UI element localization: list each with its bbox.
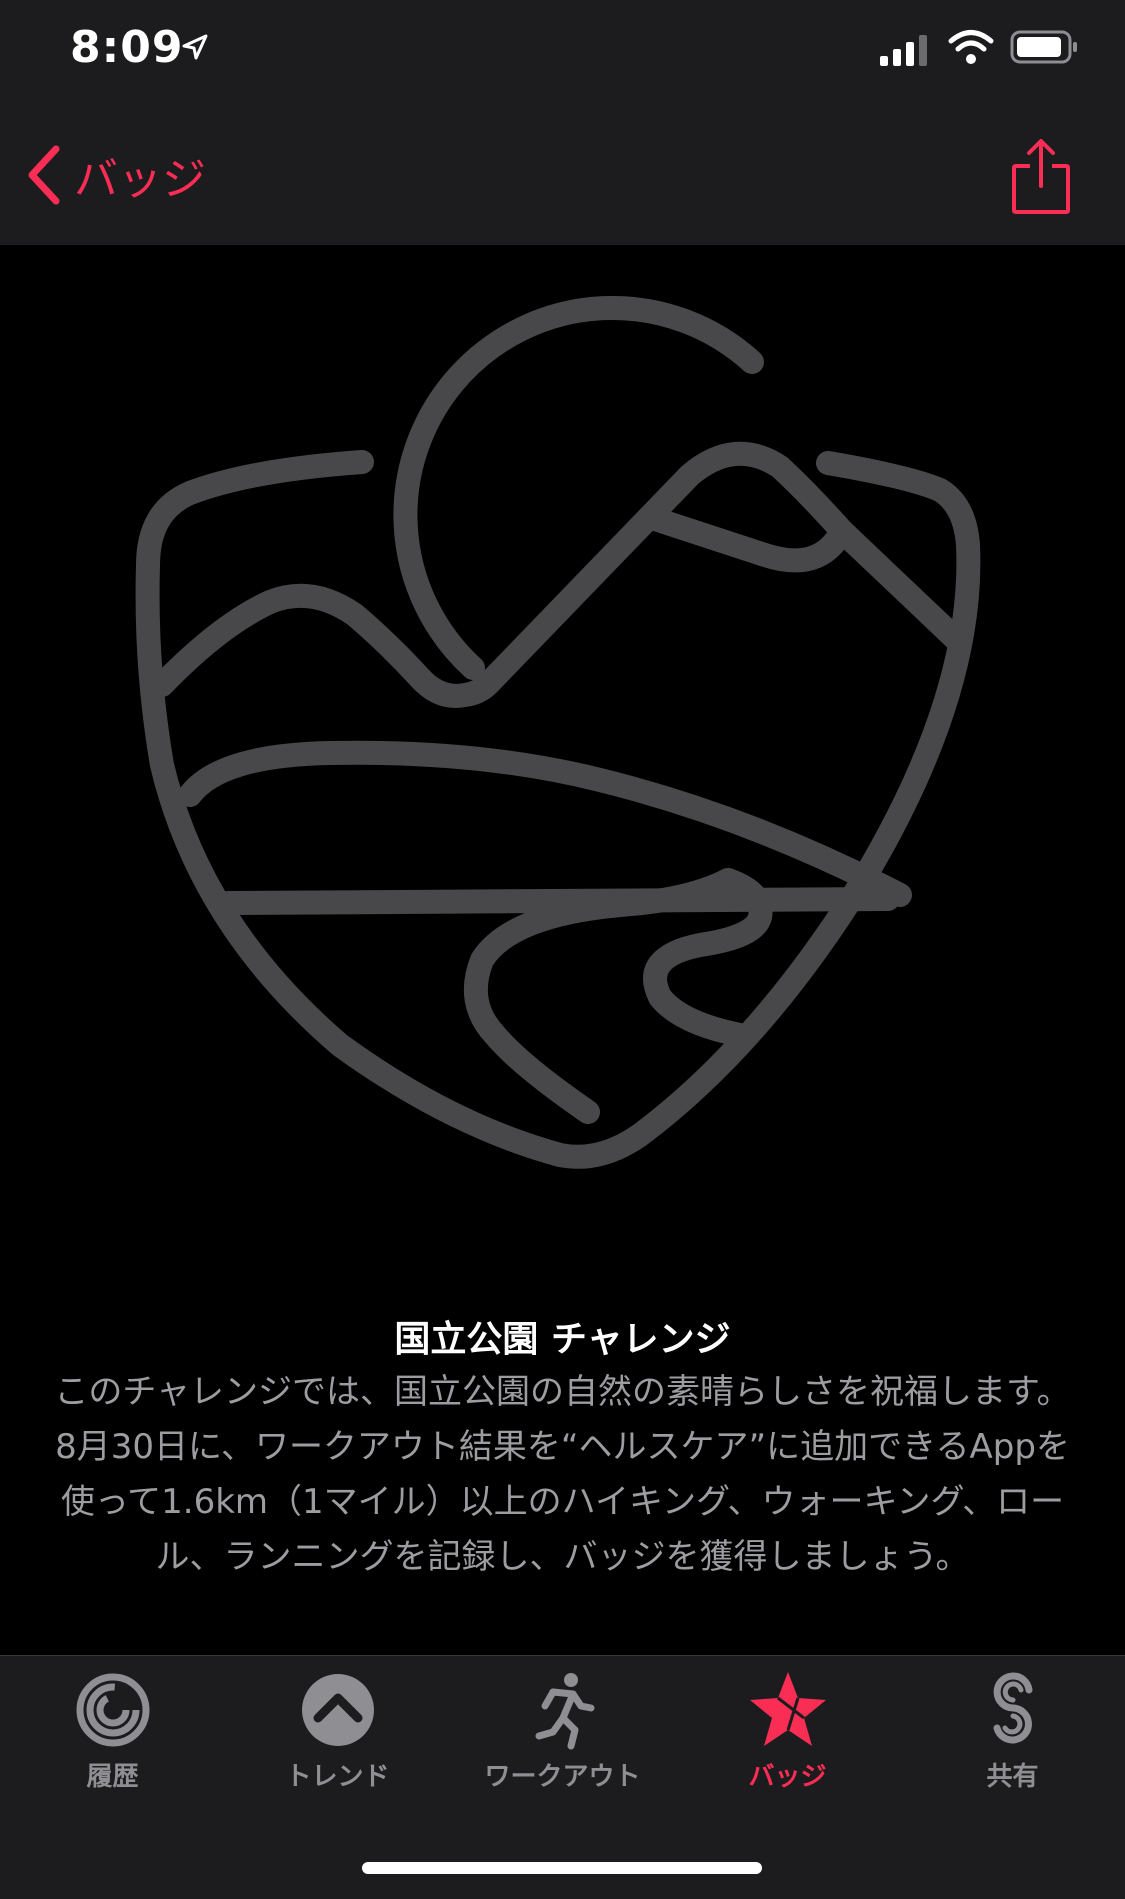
badge-description: このチャレンジでは、国立公園の自然の素晴らしさを祝福します。8月30日に、ワーク…: [54, 1372, 1071, 1577]
tab-sharing[interactable]: 共有: [900, 1670, 1125, 1800]
tab-trends-label: トレンド: [285, 1762, 390, 1792]
chevron-left-icon: [28, 145, 60, 205]
badge-artwork-area: [0, 245, 1125, 1290]
navigation-bar: バッジ: [0, 100, 1125, 245]
sharing-icon: [993, 1672, 1032, 1744]
tab-history-label: 履歴: [86, 1762, 139, 1792]
national-park-badge-icon: [135, 295, 981, 1169]
tab-sharing-label: 共有: [986, 1762, 1039, 1792]
status-time: 8:09: [70, 22, 184, 73]
tab-awards-label: バッジ: [748, 1762, 827, 1792]
trends-icon: [301, 1674, 374, 1746]
star-badge-icon: [749, 1672, 826, 1746]
status-bar: 8:09: [0, 0, 1125, 100]
home-indicator: [362, 1862, 762, 1874]
tab-workouts-label: ワークアウト: [484, 1762, 641, 1792]
badge-title: 国立公園 チャレンジ: [394, 1319, 731, 1360]
battery-icon: [1010, 30, 1077, 64]
cellular-signal-icon: [880, 35, 927, 66]
share-button[interactable]: [1010, 136, 1072, 220]
running-figure-icon: [535, 1673, 594, 1750]
tab-workouts[interactable]: ワークアウト: [450, 1670, 675, 1800]
share-icon: [1012, 139, 1070, 214]
location-arrow-icon: [182, 34, 208, 60]
wifi-icon: [948, 30, 994, 64]
back-button[interactable]: バッジ: [24, 140, 206, 210]
tab-awards[interactable]: バッジ: [675, 1670, 900, 1800]
tab-history[interactable]: 履歴: [0, 1670, 225, 1800]
activity-rings-icon: [76, 1673, 149, 1747]
back-label: バッジ: [74, 154, 206, 205]
tab-trends[interactable]: トレンド: [225, 1670, 450, 1800]
